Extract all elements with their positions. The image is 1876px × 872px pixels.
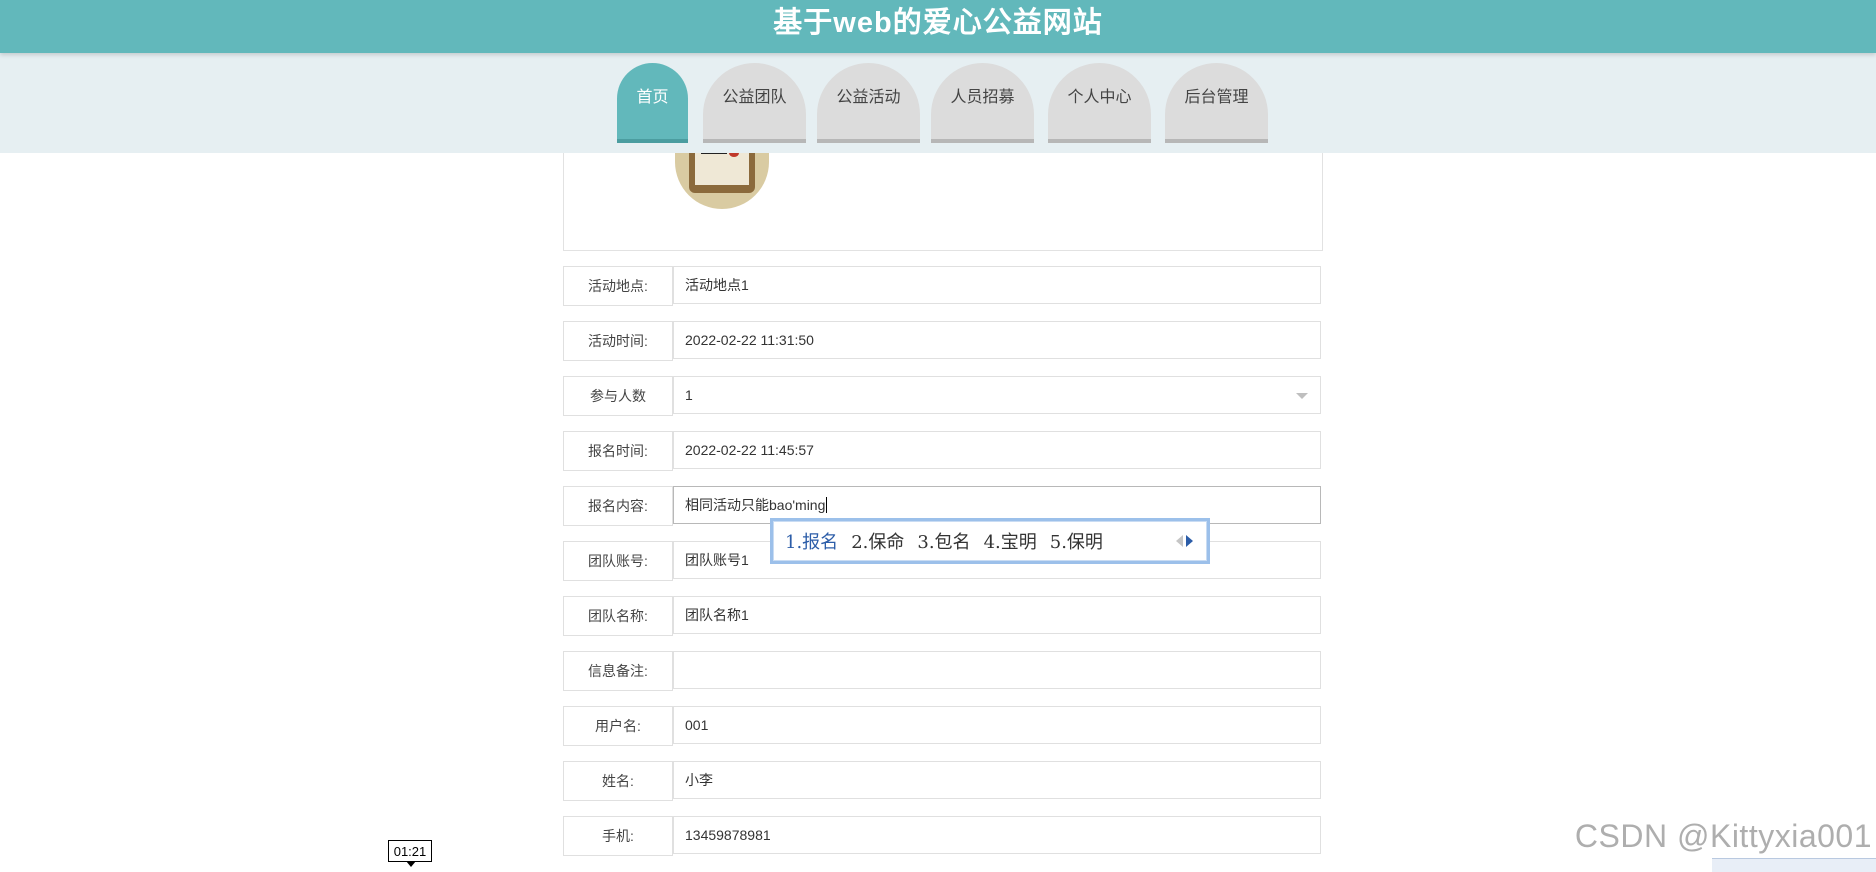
ime-candidate[interactable]: 1.报名 [785,528,838,554]
timer-badge: 01:21 [388,840,432,867]
nav-tab-label: 公益团队 [722,89,787,106]
signup-time-field[interactable]: 2022-02-22 11:45:57 [673,431,1321,469]
chevron-down-icon [1296,393,1308,399]
ime-candidate-popup: 1.报名 2.保命 3.包名 4.宝明 5.保明 [770,518,1210,564]
nav-tab-admin[interactable]: 后台管理 [1165,63,1268,143]
form-label: 手机: [563,816,673,856]
participants-select[interactable]: 1 [673,376,1321,414]
name-field[interactable]: 小李 [673,761,1321,799]
form-row-name: 姓名: 小李 [563,761,1323,801]
nav-tab-label: 后台管理 [1184,89,1249,106]
notes-field[interactable] [673,651,1321,689]
nav-tab-label: 公益活动 [836,89,901,106]
nav-tab-label: 人员招募 [950,89,1015,106]
form-row-participants: 参与人数 1 [563,376,1323,416]
activity-image [675,147,769,209]
form-label: 报名时间: [563,431,673,471]
signup-content-value: 相同活动只能bao'ming [685,497,826,513]
nav-tab-home[interactable]: 首页 [617,63,688,143]
phone-field[interactable]: 13459878981 [673,816,1321,854]
main-nav: 首页 公益团队 公益活动 人员招募 个人中心 后台管理 [0,53,1876,153]
nav-tab-label: 首页 [636,89,669,106]
nav-tab-activities[interactable]: 公益活动 [817,63,920,143]
ime-candidate[interactable]: 2.保命 [851,528,904,554]
form-label: 团队账号: [563,541,673,581]
form-label: 活动时间: [563,321,673,361]
form-label: 参与人数 [563,376,673,416]
text-caret [826,497,828,513]
site-title: 基于web的爱心公益网站 [773,7,1103,39]
form-row-location: 活动地点: 活动地点1 [563,266,1323,306]
location-field[interactable]: 活动地点1 [673,266,1321,304]
form-label: 用户名: [563,706,673,746]
form-row-username: 用户名: 001 [563,706,1323,746]
form-label: 信息备注: [563,651,673,691]
form-row-team-name: 团队名称: 团队名称1 [563,596,1323,636]
form-row-activity-time: 活动时间: 2022-02-22 11:31:50 [563,321,1323,361]
ime-page-arrows [1176,535,1193,547]
participants-value: 1 [685,387,693,403]
form-label: 报名内容: [563,486,673,526]
form-label: 姓名: [563,761,673,801]
form-row-phone: 手机: 13459878981 [563,816,1323,856]
nav-tab-recruitment[interactable]: 人员招募 [931,63,1034,143]
ime-candidate[interactable]: 4.宝明 [984,528,1037,554]
ime-candidate[interactable]: 5.保明 [1050,528,1103,554]
nav-tab-personal-center[interactable]: 个人中心 [1048,63,1151,143]
next-page-icon[interactable] [1186,535,1193,547]
taskbar-fragment [1712,858,1876,872]
username-field[interactable]: 001 [673,706,1321,744]
form-label: 团队名称: [563,596,673,636]
form-row-notes: 信息备注: [563,651,1323,691]
nav-tab-teams[interactable]: 公益团队 [703,63,806,143]
prev-page-icon[interactable] [1176,535,1183,547]
activity-image-box [563,143,1323,251]
nav-tab-label: 个人中心 [1067,89,1132,106]
watermark: CSDN @Kittyxia001 [1574,818,1872,854]
form-label: 活动地点: [563,266,673,306]
activity-time-field[interactable]: 2022-02-22 11:31:50 [673,321,1321,359]
site-header: 基于web的爱心公益网站 [0,0,1876,53]
form-row-signup-time: 报名时间: 2022-02-22 11:45:57 [563,431,1323,471]
ime-candidate[interactable]: 3.包名 [917,528,970,554]
team-name-field[interactable]: 团队名称1 [673,596,1321,634]
